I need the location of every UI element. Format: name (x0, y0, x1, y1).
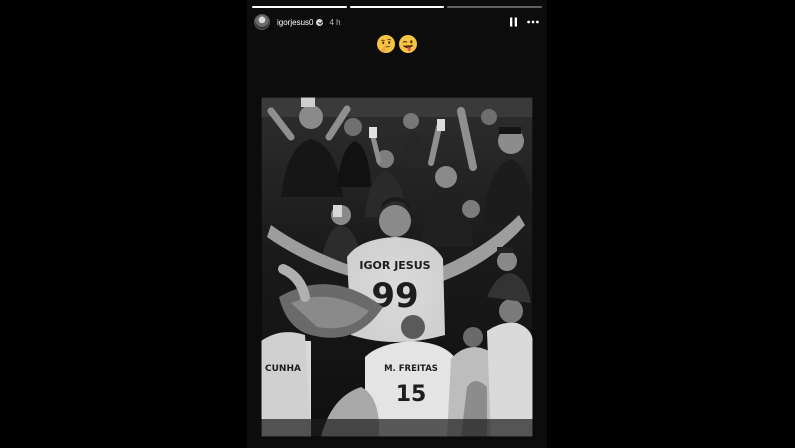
story-photo[interactable]: IGOR JESUS 99 CUNHA M. FREITAS 15 (261, 97, 533, 437)
story-header: igorjesus0 4 h (254, 13, 540, 31)
jersey-name: IGOR JESUS (359, 259, 430, 272)
pause-button[interactable] (506, 15, 520, 29)
winking-face-with-tongue-emoji (399, 35, 417, 53)
celebration-photo: IGOR JESUS 99 CUNHA M. FREITAS 15 (261, 97, 533, 437)
progress-fill-2 (349, 6, 445, 8)
story-viewer: igorjesus0 4 h IGOR JESUS 99 CUNHA M. FR… (247, 0, 547, 448)
more-options-icon (527, 20, 539, 24)
thinking-face-emoji (377, 35, 395, 53)
progress-segment-3 (447, 6, 543, 8)
progress-segment-2 (349, 6, 445, 8)
profile-avatar[interactable] (254, 14, 270, 30)
story-username[interactable]: igorjesus0 (277, 18, 313, 27)
story-timestamp: 4 h (329, 17, 341, 27)
teammate-name-freitas: M. FREITAS (384, 364, 438, 374)
emoji-sticker-group[interactable] (247, 34, 547, 54)
teammate-name-cunha: CUNHA (265, 364, 301, 374)
verified-badge-icon (316, 18, 324, 26)
pause-icon (509, 17, 517, 27)
story-progress-bar (252, 6, 543, 8)
progress-fill-1 (252, 6, 347, 8)
more-options-button[interactable] (526, 15, 540, 29)
teammate-number: 15 (396, 382, 427, 407)
progress-segment-1 (252, 6, 347, 8)
